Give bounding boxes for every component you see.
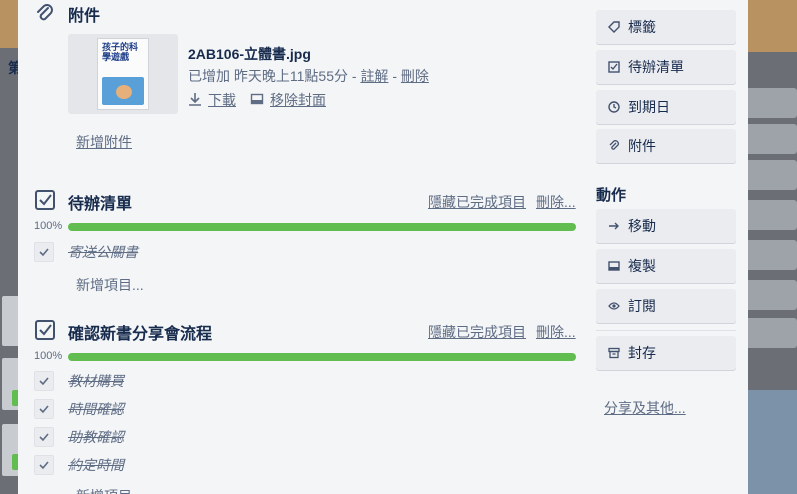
checklist-item[interactable]: 寄送公關書 xyxy=(34,242,138,262)
paperclip-icon xyxy=(34,3,56,25)
tag-icon xyxy=(606,21,622,33)
checklist-item-checkbox[interactable] xyxy=(34,455,54,475)
clock-icon xyxy=(606,101,622,113)
remove-cover-link[interactable]: 移除封面 xyxy=(270,90,326,110)
checklist-item-text[interactable]: 時間確認 xyxy=(68,399,124,419)
archive-button[interactable]: 封存 xyxy=(596,336,736,370)
copy-label: 複製 xyxy=(628,258,656,274)
archive-icon xyxy=(606,347,622,359)
attachment-comment-link[interactable]: 註解 xyxy=(360,68,388,84)
board-card[interactable] xyxy=(748,160,797,190)
attachment-button[interactable]: 附件 xyxy=(596,129,736,163)
delete-checklist-link[interactable]: 刪除... xyxy=(536,322,576,342)
checklist-item-text[interactable]: 約定時間 xyxy=(68,455,124,475)
delete-checklist-link[interactable]: 刪除... xyxy=(536,192,576,212)
due-date-label: 到期日 xyxy=(628,99,670,115)
board-background-bottom-right xyxy=(748,390,797,494)
checklist-controls: 隱藏已完成項目 刪除... xyxy=(418,192,576,212)
attachment-meta: 已增加 昨天晚上11點55分 - 註解 - 刪除 xyxy=(188,66,429,86)
subscribe-button[interactable]: 訂閱 xyxy=(596,289,736,323)
hide-completed-link[interactable]: 隱藏已完成項目 xyxy=(428,192,526,212)
hide-completed-link[interactable]: 隱藏已完成項目 xyxy=(428,322,526,342)
checklist-item-checkbox[interactable] xyxy=(34,427,54,447)
board-background-top-right xyxy=(748,0,797,52)
attachment-delete-link[interactable]: 刪除 xyxy=(401,68,429,84)
checklist-header: 確認新書分享會流程 xyxy=(34,319,212,344)
checklist-item[interactable]: 助教確認 xyxy=(34,427,124,447)
attachment-thumbnail[interactable]: 孩子的科學遊戲 xyxy=(68,34,178,114)
move-label: 移動 xyxy=(628,218,656,234)
attachment-added-time: 已增加 昨天晚上11點55分 - xyxy=(188,68,357,84)
checklist-item-text[interactable]: 助教確認 xyxy=(68,427,124,447)
checklist-button[interactable]: 待辦清單 xyxy=(596,50,736,84)
card-cover-icon xyxy=(250,92,264,109)
attachment-label: 附件 xyxy=(628,138,656,154)
move-button[interactable]: 移動 xyxy=(596,209,736,243)
checklist-item-text[interactable]: 教材購買 xyxy=(68,371,124,391)
board-background-top-left xyxy=(0,0,20,48)
board-card[interactable] xyxy=(748,280,797,310)
board-card[interactable] xyxy=(748,240,797,270)
checklist-header: 待辦清單 xyxy=(34,189,132,214)
checklist-item-text[interactable]: 寄送公關書 xyxy=(68,242,138,262)
checklist-progress-bar xyxy=(68,223,576,231)
checkbox-icon xyxy=(606,61,622,73)
share-and-more-link[interactable]: 分享及其他... xyxy=(604,398,686,418)
checklist-item-checkbox[interactable] xyxy=(34,371,54,391)
card-detail-modal: 附件 孩子的科學遊戲 2AB106-立體書.jpg 已增加 昨天晚上11點55分… xyxy=(18,0,748,494)
add-checklist-item[interactable]: 新增項目... xyxy=(76,275,144,295)
due-date-button[interactable]: 到期日 xyxy=(596,90,736,124)
checklist-item[interactable]: 時間確認 xyxy=(34,399,124,419)
checklist-progress-fill xyxy=(68,223,576,231)
book-cover-title: 孩子的科學遊戲 xyxy=(102,42,139,62)
checkbox-icon xyxy=(34,189,56,214)
attachments-title: 附件 xyxy=(68,8,101,25)
attachments-header: 附件 xyxy=(34,2,100,26)
checklist-item[interactable]: 教材購買 xyxy=(34,371,124,391)
attachment-download-link[interactable]: 下載 xyxy=(208,90,236,110)
checklist-progress-percent: 100% xyxy=(34,350,63,362)
attachment-actions: 下載 移除封面 xyxy=(188,90,340,110)
checklist-item-checkbox[interactable] xyxy=(34,399,54,419)
board-card[interactable] xyxy=(748,200,797,230)
checklist-item-checkbox[interactable] xyxy=(34,242,54,262)
add-checklist-item[interactable]: 新增項目... xyxy=(76,486,144,494)
paperclip-icon xyxy=(606,140,622,152)
labels-button[interactable]: 標籤 xyxy=(596,10,736,44)
board-card[interactable] xyxy=(748,318,797,348)
labels-label: 標籤 xyxy=(628,19,656,35)
actions-heading: 動作 xyxy=(596,187,627,204)
checklist-title[interactable]: 確認新書分享會流程 xyxy=(68,320,212,344)
checklist-title[interactable]: 待辦清單 xyxy=(68,190,132,214)
download-icon xyxy=(188,92,202,109)
book-cover-image: 孩子的科學遊戲 xyxy=(97,38,149,110)
separator: - xyxy=(392,68,397,84)
checklist-label: 待辦清單 xyxy=(628,59,684,75)
checklist-progress-percent: 100% xyxy=(34,220,63,232)
archive-label: 封存 xyxy=(628,345,656,361)
checklist-item[interactable]: 約定時間 xyxy=(34,455,124,475)
card-icon xyxy=(606,260,622,272)
attachment-filename: 2AB106-立體書.jpg xyxy=(188,46,311,62)
eye-icon xyxy=(606,300,622,312)
add-attachment-link[interactable]: 新增附件 xyxy=(76,132,132,152)
checklist-controls: 隱藏已完成項目 刪除... xyxy=(418,322,576,342)
arrow-right-icon xyxy=(606,220,622,232)
checkbox-icon xyxy=(34,319,56,344)
copy-button[interactable]: 複製 xyxy=(596,249,736,283)
board-card[interactable] xyxy=(748,124,797,154)
checklist-progress-bar xyxy=(68,353,576,361)
sidebar-divider xyxy=(596,330,736,331)
subscribe-label: 訂閱 xyxy=(628,298,656,314)
checklist-progress-fill xyxy=(68,353,576,361)
board-card[interactable] xyxy=(748,88,797,118)
